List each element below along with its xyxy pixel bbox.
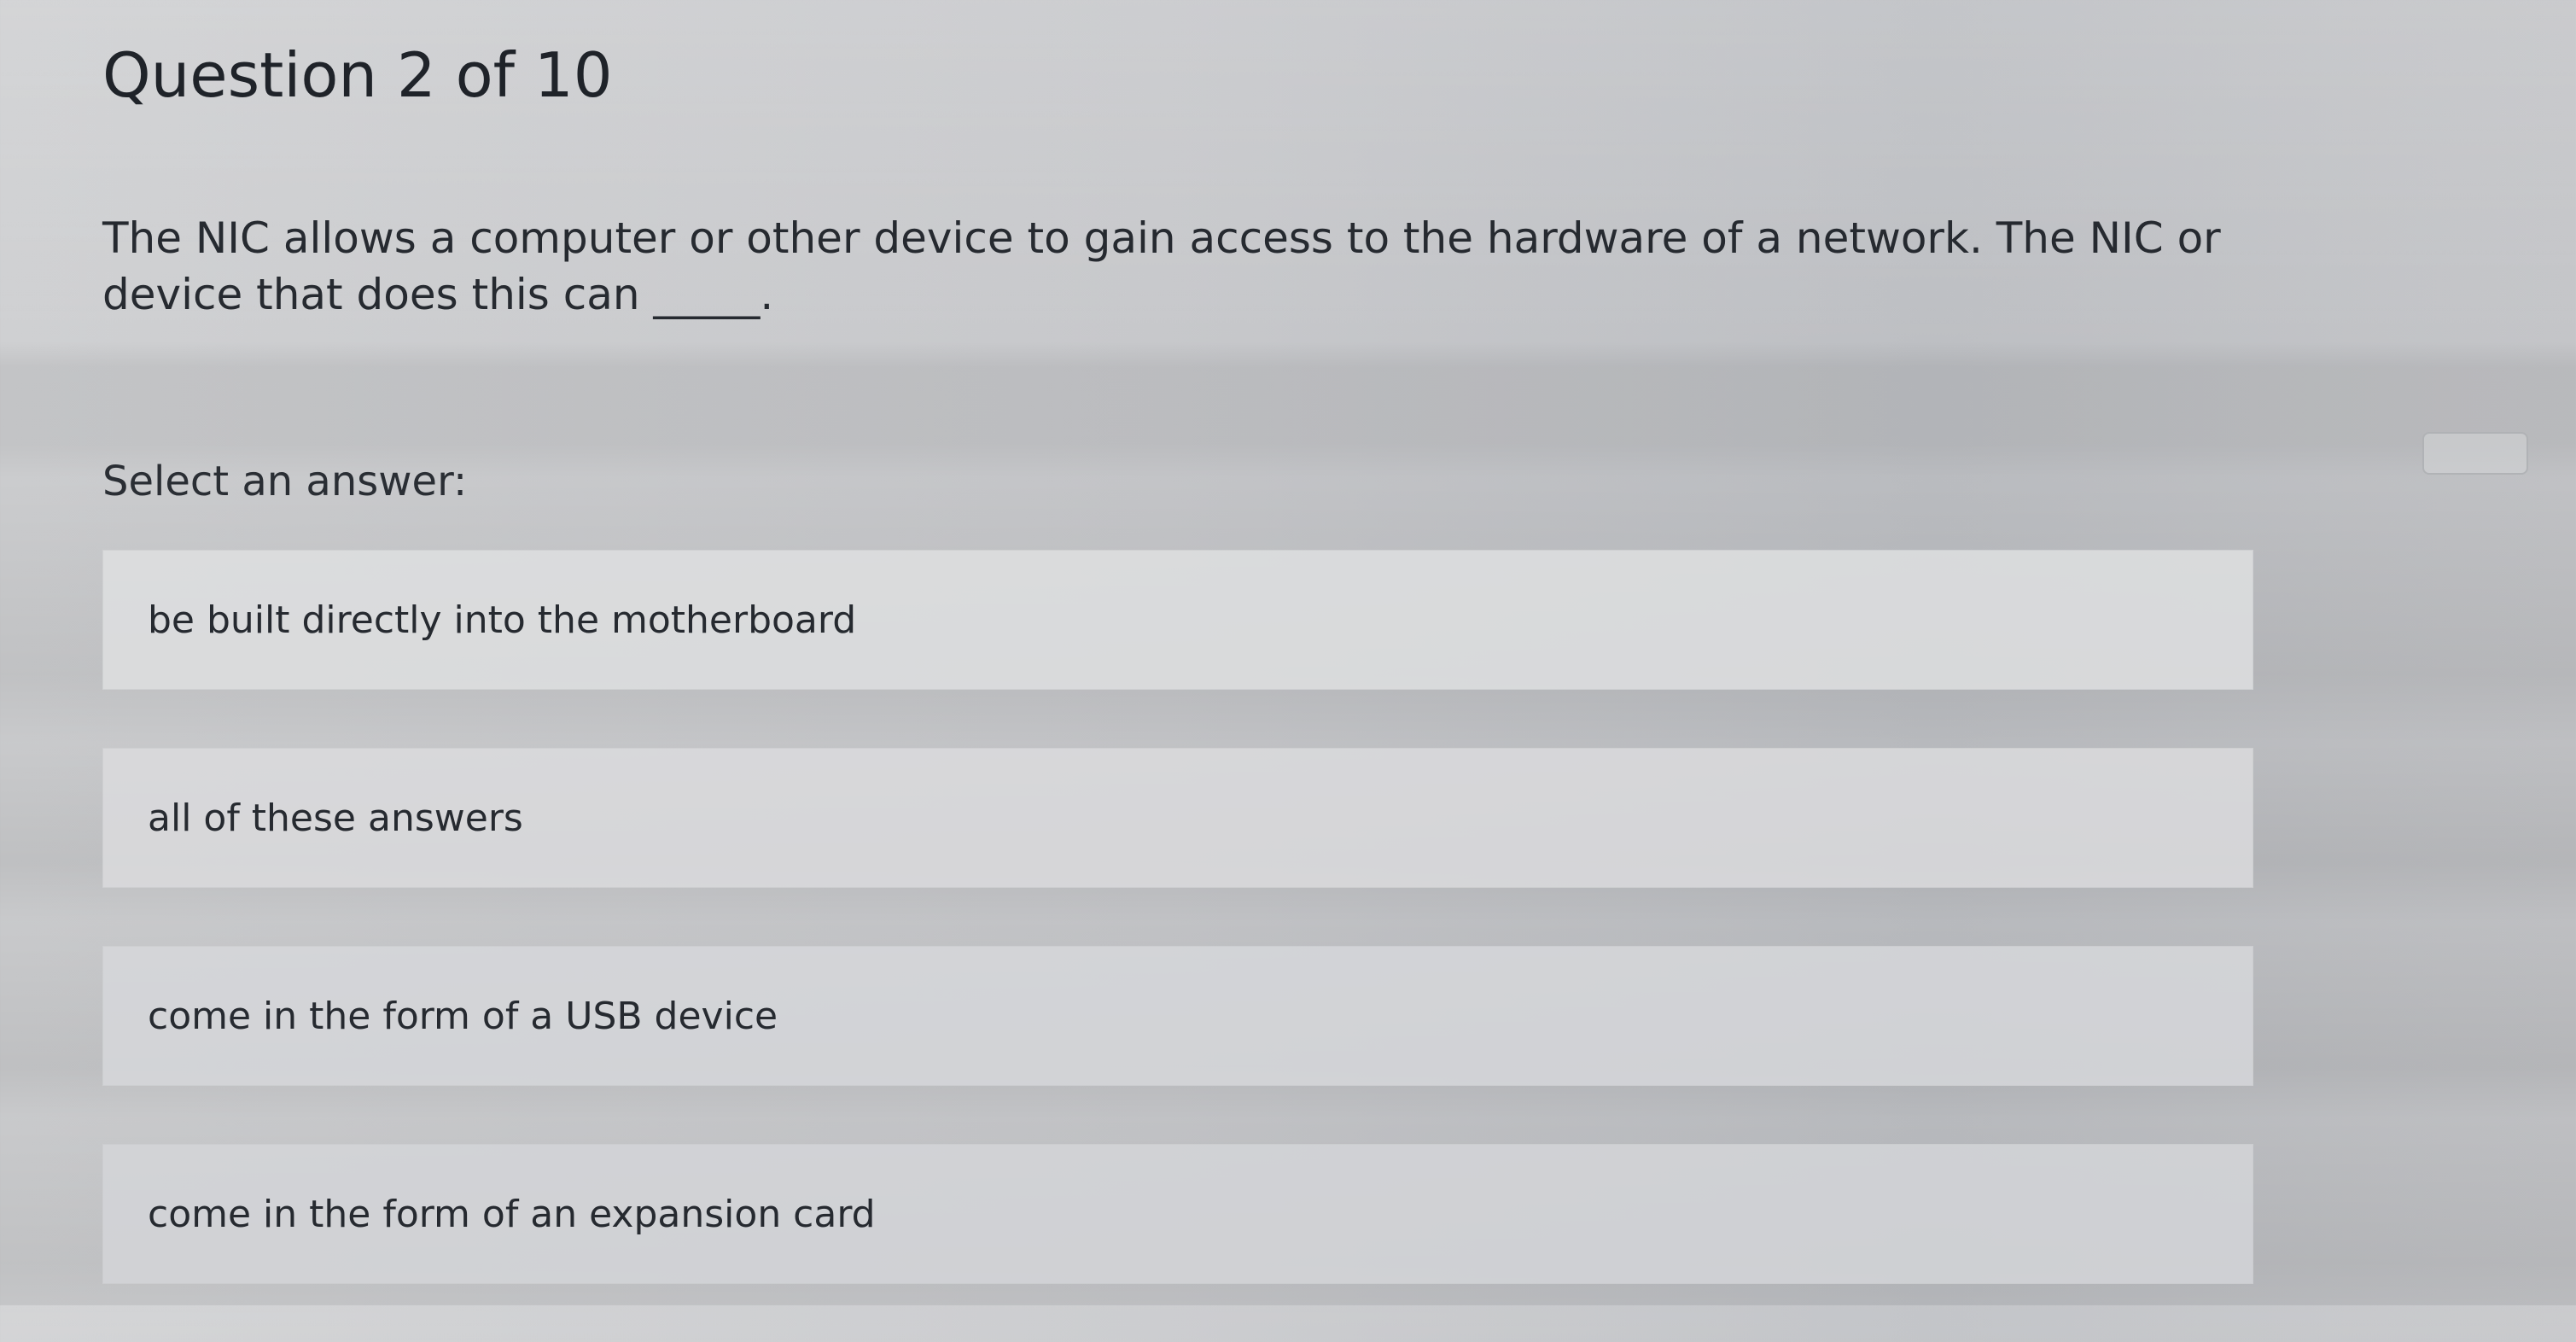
answer-option-label: be built directly into the motherboard [148,598,857,642]
answer-option-motherboard[interactable]: be built directly into the motherboard [102,550,2253,690]
answer-list: be built directly into the motherboard a… [102,550,2253,1284]
answer-option-usb-device[interactable]: come in the form of a USB device [102,946,2253,1086]
answer-option-label: come in the form of a USB device [148,994,778,1038]
question-header: Question 2 of 10 [102,39,613,111]
answer-option-expansion-card[interactable]: come in the form of an expansion card [102,1144,2253,1284]
select-answer-prompt: Select an answer: [102,458,468,505]
answer-option-all-of-these[interactable]: all of these answers [102,748,2253,888]
answer-option-label: come in the form of an expansion card [148,1192,876,1236]
question-text: The NIC allows a computer or other devic… [102,213,2221,319]
answer-option-label: all of these answers [148,796,523,840]
quiz-panel: Question 2 of 10 The NIC allows a comput… [102,34,2407,1342]
partially-visible-button[interactable] [2422,432,2528,475]
